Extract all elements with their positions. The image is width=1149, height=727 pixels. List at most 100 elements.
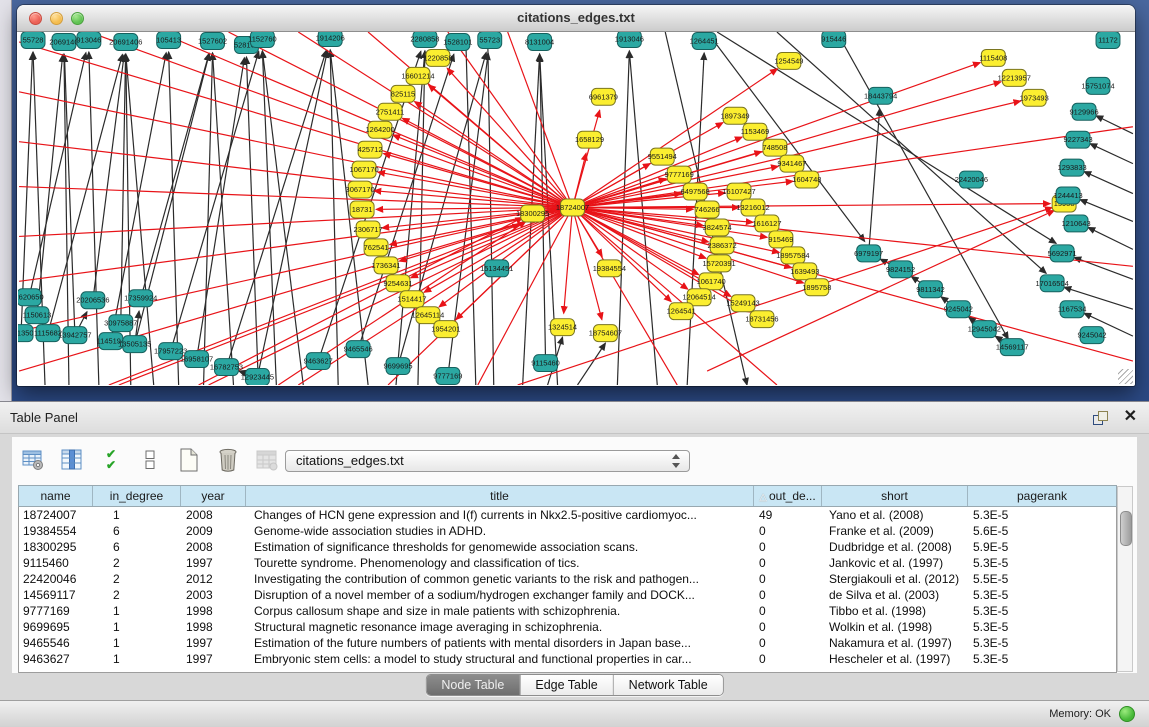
- network-node-label: 9551494: [648, 152, 677, 161]
- network-node-label: 1639493: [790, 267, 819, 276]
- table-cell: 0: [754, 523, 822, 539]
- delete-table-button[interactable]: [215, 447, 241, 473]
- network-edge: [262, 51, 276, 385]
- table-cell: 2: [93, 555, 181, 571]
- network-node-label: 1914206: [316, 33, 345, 42]
- table-select-dropdown[interactable]: citations_edges.txt: [285, 450, 690, 472]
- network-node-label: 1152760: [248, 34, 277, 43]
- close-window-button[interactable]: [29, 12, 42, 25]
- network-node-label: 3824574: [703, 223, 732, 232]
- table-cell: 1: [93, 603, 181, 619]
- table-row[interactable]: 946362711997Embryonic stem cells: a mode…: [19, 651, 1116, 667]
- scrollbar-thumb[interactable]: [1120, 511, 1132, 546]
- table-cell: 5.3E-5: [968, 507, 1116, 523]
- column-header-title[interactable]: title: [246, 486, 754, 506]
- network-node-label: 16958107: [180, 355, 213, 364]
- memory-status-label: Memory: OK: [1049, 708, 1111, 720]
- network-node-label: 18300295: [516, 209, 549, 218]
- zoom-window-button[interactable]: [71, 12, 84, 25]
- network-node-label: 1264541: [667, 307, 696, 316]
- column-header-in_degree[interactable]: in_degree: [93, 486, 181, 506]
- network-edge: [573, 204, 1051, 208]
- network-node-label: 18754607: [589, 329, 622, 338]
- table-cell: 2008: [181, 507, 246, 523]
- network-canvas[interactable]: 1872400712208581660121482511527514111264…: [18, 32, 1134, 385]
- column-header-name[interactable]: name: [19, 486, 93, 506]
- table-cell: 0: [754, 587, 822, 603]
- network-node-label: 1736341: [371, 261, 400, 270]
- network-edge: [402, 118, 572, 207]
- table-cell: Hescheler et al. (1997): [822, 651, 968, 667]
- network-node-label: 18443794: [864, 91, 897, 100]
- table-settings-button[interactable]: [20, 447, 46, 473]
- table-row[interactable]: 1938455462009Genome-wide association stu…: [19, 523, 1116, 539]
- table-cell: Wolkin et al. (1998): [822, 619, 968, 635]
- new-table-button[interactable]: [176, 447, 202, 473]
- table-row[interactable]: 969969511998Structural magnetic resonanc…: [19, 619, 1116, 635]
- table-row[interactable]: 1456911722003Disruption of a novel membe…: [19, 587, 1116, 603]
- table-select-value: citations_edges.txt: [296, 453, 404, 468]
- table-row[interactable]: 977716911998Corpus callosum shape and si…: [19, 603, 1116, 619]
- window-resize-grip[interactable]: [1118, 369, 1133, 384]
- column-header-pagerank[interactable]: pagerank: [968, 486, 1116, 506]
- network-edge: [378, 172, 573, 207]
- table-row[interactable]: 2242004622012Investigating the contribut…: [19, 571, 1116, 587]
- network-node-label: 22420046: [955, 175, 988, 184]
- table-cell: Disruption of a novel member of a sodium…: [246, 587, 754, 603]
- network-graph[interactable]: 1872400712208581660121482511527514111264…: [18, 32, 1134, 385]
- column-header-short[interactable]: short: [822, 486, 968, 506]
- window-titlebar[interactable]: citations_edges.txt: [17, 5, 1135, 32]
- table-vertical-scrollbar[interactable]: [1117, 486, 1133, 672]
- column-settings-button[interactable]: [59, 447, 85, 473]
- table-cell: Franke et al. (2009): [822, 523, 968, 539]
- memory-status-indicator[interactable]: [1119, 706, 1135, 722]
- network-node-label: 9245042: [944, 305, 973, 314]
- network-node-label: 13216012: [736, 203, 769, 212]
- network-node-label: 9245042: [1077, 331, 1106, 340]
- network-edge: [262, 51, 303, 385]
- column-header-out_de[interactable]: △out_de...: [754, 486, 822, 506]
- table-cell: 5.5E-5: [968, 571, 1116, 587]
- network-node-label: 30975887: [104, 319, 137, 328]
- table-cell: 0: [754, 635, 822, 651]
- network-node-label: 1153469: [741, 127, 770, 136]
- network-node-label: 5692971: [1048, 249, 1077, 258]
- float-icon-overlay: [1098, 411, 1108, 421]
- table-row[interactable]: 946554611997Estimation of the future num…: [19, 635, 1116, 651]
- table-cell: 1998: [181, 603, 246, 619]
- tab-network-table[interactable]: Network Table: [614, 675, 723, 695]
- table-panel-title: Table Panel: [10, 402, 78, 434]
- network-edge: [197, 58, 245, 359]
- close-panel-button[interactable]: ✕: [1124, 407, 1137, 427]
- network-view-window[interactable]: citations_edges.txt 18724007122085816601…: [17, 5, 1135, 386]
- network-node-label: 9254631: [383, 279, 412, 288]
- column-header-year[interactable]: year: [181, 486, 246, 506]
- select-all-button[interactable]: ✔ ✔: [98, 447, 124, 473]
- tab-edge-table[interactable]: Edge Table: [520, 675, 613, 695]
- network-node-label: 915469: [768, 235, 793, 244]
- sort-ascending-icon: △: [759, 492, 767, 503]
- tab-node-table[interactable]: Node Table: [426, 675, 520, 695]
- table-row[interactable]: 1872400712008Changes of HCN gene express…: [19, 507, 1116, 523]
- table-cell: 5.3E-5: [968, 603, 1116, 619]
- network-node-label: 913046: [76, 35, 101, 44]
- network-edge: [1088, 227, 1133, 249]
- network-node-label: 2306717: [354, 225, 383, 234]
- table-row[interactable]: 1830029562008Estimation of significance …: [19, 539, 1116, 555]
- float-panel-button[interactable]: [1093, 410, 1109, 426]
- table-cell: 0: [754, 603, 822, 619]
- dropdown-stepper-icon: [672, 454, 681, 468]
- table-cell: 2012: [181, 571, 246, 587]
- network-node-label: 55723: [479, 35, 500, 44]
- table-row[interactable]: 911546021997Tourette syndrome. Phenomeno…: [19, 555, 1116, 571]
- network-edge: [777, 32, 1046, 273]
- network-edge: [573, 208, 707, 259]
- network-node-label: 12923445: [241, 373, 274, 382]
- network-node-label: 1254549: [774, 56, 803, 65]
- network-node-label: 2620650: [18, 293, 44, 302]
- table-cell: 1: [93, 507, 181, 523]
- minimize-window-button[interactable]: [50, 12, 63, 25]
- import-table-button-disabled: [254, 447, 280, 473]
- row-height-button[interactable]: [137, 447, 163, 473]
- network-node-label: 9465546: [344, 345, 373, 354]
